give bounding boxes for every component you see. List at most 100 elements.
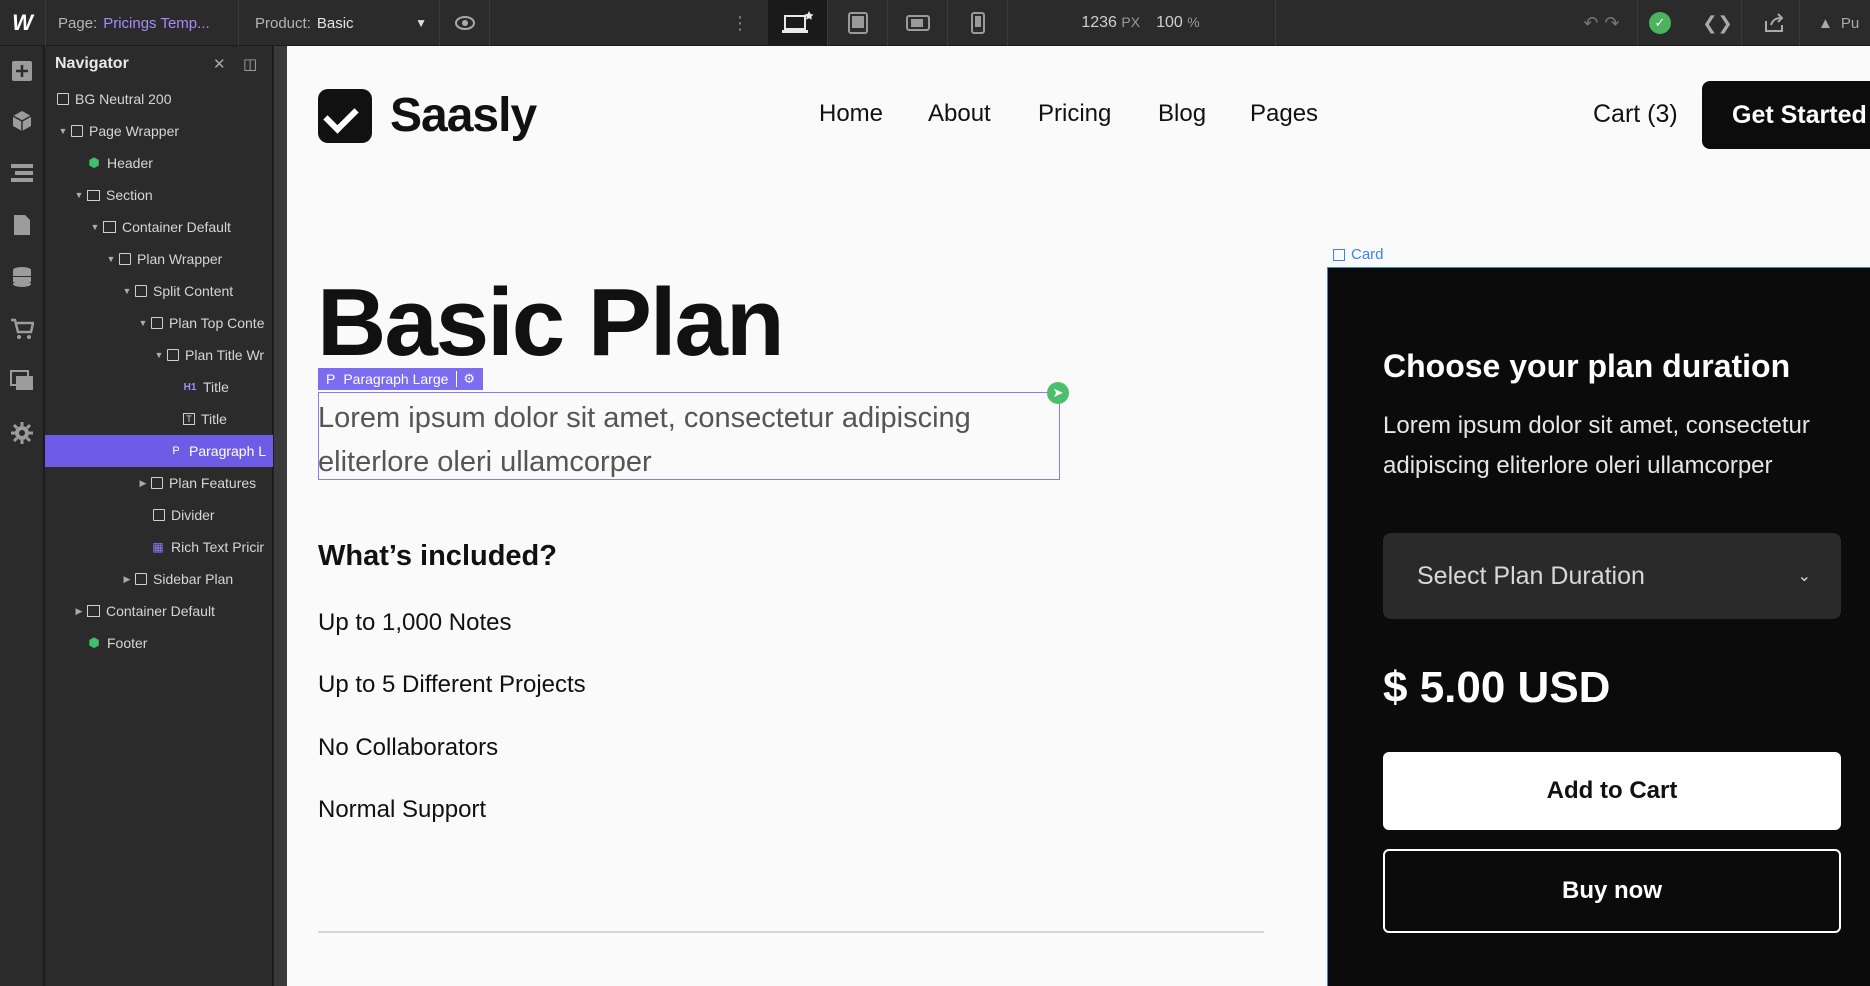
more-options-icon[interactable]: ⋮ [720,0,760,46]
divider[interactable] [318,931,1264,933]
redo-icon[interactable]: ↷ [1605,13,1620,34]
cms-icon[interactable] [0,252,44,302]
components-icon[interactable] [0,96,44,146]
div-block-icon [71,125,83,137]
preview-eye-icon[interactable] [440,0,490,46]
tree-item-section[interactable]: ▼ Section [45,179,273,211]
plan-title[interactable]: Basic Plan [317,268,785,378]
rocket-icon: ▲ [1818,14,1833,32]
sidebar-plan-card[interactable]: Choose your plan duration Lorem ipsum do… [1327,267,1870,986]
included-heading[interactable]: What’s included? [318,540,557,573]
nav-link-blog[interactable]: Blog [1158,100,1206,128]
tree-item-plan-top-content[interactable]: ▼ Plan Top Conte [45,307,273,339]
paragraph-badge: P [326,371,336,387]
tree-item-divider[interactable]: Divider [45,499,273,531]
tree-item-footer[interactable]: ⬢ Footer [45,627,273,659]
selected-element-label: Paragraph Large [343,371,449,387]
tree-item-plan-wrapper[interactable]: ▼ Plan Wrapper [45,243,273,275]
mobile-landscape-breakpoint-icon[interactable] [888,0,948,46]
undo-icon[interactable]: ↶ [1583,13,1598,34]
feature-item[interactable]: Up to 5 Different Projects [318,671,586,699]
plan-duration-select[interactable]: Select Plan Duration ⌄ [1383,533,1841,619]
saved-status-icon: ✓ [1638,0,1682,46]
checkmark-logo-icon [318,88,372,143]
tree-item-container-default[interactable]: ▼ Container Default [45,211,273,243]
section-icon [87,189,100,201]
nav-link-home[interactable]: Home [819,100,883,128]
brand-name: Saasly [390,89,537,142]
navigator-icon[interactable] [0,148,44,198]
feature-item[interactable]: Normal Support [318,796,486,824]
tree-item-header[interactable]: ⬢ Header [45,147,273,179]
caret-right-icon[interactable]: ▶ [137,478,149,489]
add-elements-icon[interactable] [0,46,44,96]
heading-h1-icon: H1 [183,381,197,393]
tree-item-sidebar-plan[interactable]: ▶ Sidebar Plan [45,563,273,595]
tablet-breakpoint-icon[interactable] [828,0,888,46]
caret-down-icon[interactable]: ▼ [121,286,133,296]
cart-link[interactable]: Cart (3) [1593,100,1678,129]
publish-button[interactable]: ▲ Pu [1808,0,1870,46]
tree-item-title-text[interactable]: T Title [45,403,273,435]
page-name: Pricings Temp... [103,14,210,32]
element-settings-gear-icon[interactable]: ⚙ [456,371,475,387]
tree-item-body[interactable]: BG Neutral 200 [45,83,273,115]
tree-item-paragraph-large[interactable]: P Paragraph L [45,435,273,467]
caret-down-icon[interactable]: ▼ [57,126,69,136]
nav-link-about[interactable]: About [928,100,991,128]
component-cube-icon: ⬢ [88,635,100,650]
navigator-header: Navigator ✕ ◫ [45,46,272,82]
tree-item-page-wrapper[interactable]: ▼ Page Wrapper [45,115,273,147]
chevron-down-icon: ▼ [415,16,427,30]
export-icon[interactable] [1748,0,1800,46]
caret-down-icon[interactable]: ▼ [89,222,101,232]
caret-down-icon[interactable]: ▼ [137,318,149,328]
ecommerce-cart-icon[interactable] [0,304,44,354]
settings-gear-icon[interactable] [0,408,44,458]
dock-panel-icon[interactable]: ◫ [243,55,257,73]
caret-down-icon[interactable]: ▼ [73,190,85,200]
site-logo[interactable]: Saasly [318,88,537,143]
nav-link-pages[interactable]: Pages [1250,100,1318,128]
tree-item-title-h1[interactable]: H1 Title [45,371,273,403]
caret-down-icon[interactable]: ▼ [105,254,117,264]
assets-icon[interactable] [0,356,44,406]
canvas-width-unit: PX [1121,14,1141,30]
tree-item-split-content[interactable]: ▼ Split Content [45,275,273,307]
pages-icon[interactable] [0,200,44,250]
plan-price[interactable]: $ 5.00 USD [1383,663,1610,713]
close-icon[interactable]: ✕ [213,55,226,73]
caret-right-icon[interactable]: ▶ [121,574,133,585]
card-heading[interactable]: Choose your plan duration [1383,348,1790,385]
nav-link-pricing[interactable]: Pricing [1038,100,1111,128]
designer-toolbar: W Page: Pricings Temp... Product: Basic … [0,0,1870,46]
desktop-breakpoint-icon[interactable] [768,0,828,46]
feature-item[interactable]: No Collaborators [318,734,498,762]
product-selector[interactable]: Product: Basic ▼ [239,0,440,46]
tree-item-container-default-2[interactable]: ▶ Container Default [45,595,273,627]
caret-right-icon[interactable]: ▶ [73,606,85,617]
get-started-button[interactable]: Get Started [1702,81,1870,149]
selected-element-tag[interactable]: P Paragraph Large ⚙ [318,368,484,390]
page-selector[interactable]: Page: Pricings Temp... [46,0,239,46]
rich-text-icon: ▦ [152,540,164,554]
feature-item[interactable]: Up to 1,000 Notes [318,609,511,637]
body-icon [57,93,69,105]
card-text[interactable]: Lorem ipsum dolor sit amet, consectetur … [1383,406,1843,486]
tree-item-rich-text[interactable]: ▦ Rich Text Pricir [45,531,273,563]
mobile-portrait-breakpoint-icon[interactable] [948,0,1008,46]
navigator-scrollbar[interactable] [273,46,287,986]
div-block-icon [153,509,165,521]
tree-item-plan-title-wrapper[interactable]: ▼ Plan Title Wr [45,339,273,371]
code-icon[interactable]: ❮❯ [1694,0,1742,46]
tree-item-plan-features[interactable]: ▶ Plan Features [45,467,273,499]
canvas-dimensions: 1236 PX 100 % [1006,0,1276,46]
div-block-icon [135,573,147,585]
div-block-icon [151,477,163,489]
add-to-cart-button[interactable]: Add to Cart [1383,752,1841,830]
design-canvas[interactable]: Saasly Home About Pricing Blog Pages Car… [287,46,1870,986]
buy-now-button[interactable]: Buy now [1383,849,1841,933]
plan-paragraph[interactable]: Lorem ipsum dolor sit amet, consectetur … [318,396,1058,484]
caret-down-icon[interactable]: ▼ [153,350,165,360]
webflow-logo-icon[interactable]: W [0,0,46,46]
